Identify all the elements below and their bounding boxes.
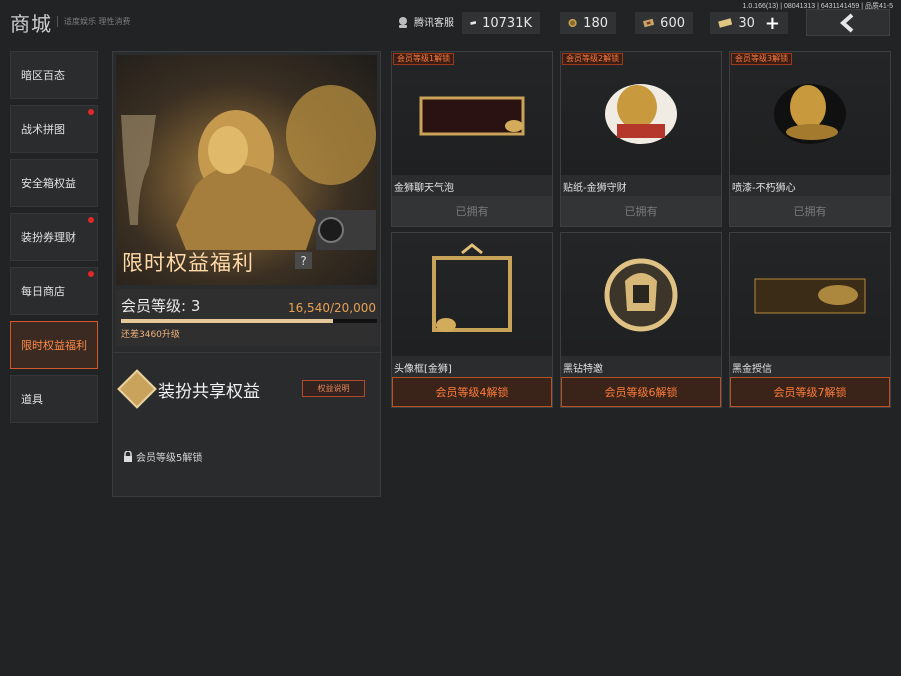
reward-status: 已拥有	[392, 196, 552, 226]
currency-ticket-value: 600	[660, 15, 685, 31]
sidebar-item-label: 安全箱权益	[21, 177, 76, 190]
sidebar: 暗区百态 战术拼图 安全箱权益 装扮券理财 每日商店 限时权益福利 道具	[10, 51, 98, 429]
gold-card-icon	[754, 278, 866, 314]
reward-status: 会员等级4解锁	[392, 377, 552, 407]
member-level-box: 会员等级: 3 16,540/20,000 还差3460升级	[116, 289, 379, 346]
lock-icon	[124, 450, 132, 462]
notification-dot	[88, 271, 94, 277]
reward-card[interactable]: 黑金授信 会员等级7解锁	[729, 232, 891, 408]
help-button[interactable]: ?	[295, 252, 312, 269]
currency-banknote[interactable]: 10731K	[462, 12, 540, 34]
reward-name: 头像框[金狮]	[394, 364, 452, 375]
lion-spray-icon	[774, 84, 846, 144]
reward-status: 已拥有	[561, 196, 721, 226]
member-level-progress-bar	[121, 319, 377, 323]
sidebar-item-tactical-puzzle[interactable]: 战术拼图	[10, 105, 98, 153]
reward-image	[392, 52, 552, 175]
add-currency-button[interactable]: +	[765, 13, 780, 34]
shared-benefits-title: 装扮共享权益	[158, 382, 260, 402]
currency-voucher-value: 30	[738, 15, 755, 31]
unlock-level-badge: 会员等级1解锁	[393, 53, 455, 65]
currency-voucher[interactable]: 30 +	[710, 12, 788, 34]
chevron-left-icon	[839, 13, 854, 32]
sidebar-item-daily-shop[interactable]: 每日商店	[10, 267, 98, 315]
reward-name: 黑钻特邀	[563, 364, 603, 375]
sidebar-item-dark-zone[interactable]: 暗区百态	[10, 51, 98, 99]
sidebar-item-limited-benefits[interactable]: 限时权益福利	[10, 321, 98, 369]
currency-ticket[interactable]: 600	[635, 12, 693, 34]
page-subtitle: 适度娱乐 理性消费	[57, 16, 131, 27]
unlock-level-badge: 会员等级3解锁	[731, 53, 793, 65]
back-button[interactable]	[806, 9, 890, 36]
reward-name: 贴纸-金狮守财	[563, 183, 627, 194]
reward-name: 黑金授信	[732, 364, 772, 375]
reward-image	[561, 233, 721, 356]
lion-sticker-icon	[605, 84, 677, 144]
sidebar-item-label: 战术拼图	[21, 123, 65, 136]
hero-title: 限时权益福利	[122, 251, 254, 275]
currency-gold-coin[interactable]: 180	[560, 12, 616, 34]
customer-service-label: 腾讯客服	[414, 18, 454, 29]
benefits-info-button[interactable]: 权益说明	[302, 380, 365, 397]
member-level-label: 会员等级: 3	[121, 297, 201, 315]
chat-bubble-icon	[419, 96, 525, 136]
headset-icon	[399, 16, 407, 28]
reward-card[interactable]: 会员等级2解锁 贴纸-金狮守财 已拥有	[560, 51, 722, 227]
reward-image	[730, 233, 890, 356]
shared-benefits-section: 装扮共享权益 权益说明 会员等级5解锁	[113, 352, 382, 498]
diamond-badge-icon	[117, 369, 157, 409]
page-title: 商城	[10, 12, 52, 36]
customer-service-button[interactable]: 腾讯客服	[396, 14, 454, 29]
reward-name: 喷漆-不朽狮心	[732, 183, 796, 194]
reward-card[interactable]: 黑钻特邀 会员等级6解锁	[560, 232, 722, 408]
notification-dot	[88, 109, 94, 115]
sidebar-item-label: 装扮券理财	[21, 231, 76, 244]
reward-status: 已拥有	[730, 196, 890, 226]
benefits-panel: 限时权益福利 ? 会员等级: 3 16,540/20,000 还差3460升级 …	[112, 51, 382, 498]
reward-image	[392, 233, 552, 356]
progress-fill	[121, 319, 333, 323]
currency-banknote-value: 10731K	[482, 15, 532, 31]
sidebar-item-label: 限时权益福利	[21, 339, 87, 352]
member-level-progress-text: 16,540/20,000	[287, 301, 376, 315]
sidebar-item-safebox[interactable]: 安全箱权益	[10, 159, 98, 207]
sidebar-item-label: 道具	[21, 393, 43, 406]
reward-name: 金狮聊天气泡	[394, 183, 454, 194]
helmet-emblem-icon	[604, 258, 678, 332]
avatar-frame-icon	[432, 243, 512, 332]
reward-card[interactable]: 会员等级3解锁 喷漆-不朽狮心 已拥有	[729, 51, 891, 227]
sidebar-item-props[interactable]: 道具	[10, 375, 98, 423]
sidebar-item-label: 每日商店	[21, 285, 65, 298]
reward-card[interactable]: 会员等级1解锁 金狮聊天气泡 已拥有	[391, 51, 553, 227]
reward-image	[730, 52, 890, 175]
unlock-level-badge: 会员等级2解锁	[562, 53, 624, 65]
ticket-icon	[643, 18, 655, 28]
sidebar-item-voucher-finance[interactable]: 装扮券理财	[10, 213, 98, 261]
gold-coin-icon	[568, 18, 577, 28]
voucher-icon	[718, 18, 733, 28]
notification-dot	[88, 217, 94, 223]
reward-card[interactable]: 头像框[金狮] 会员等级4解锁	[391, 232, 553, 408]
reward-status: 会员等级6解锁	[561, 377, 721, 407]
banknote-icon	[470, 21, 477, 25]
sidebar-item-label: 暗区百态	[21, 69, 65, 82]
currency-gold-coin-value: 180	[583, 15, 608, 31]
reward-status: 会员等级7解锁	[730, 377, 890, 407]
level-up-hint: 还差3460升级	[121, 330, 180, 340]
reward-image	[561, 52, 721, 175]
lock-note-text: 会员等级5解锁	[136, 453, 203, 464]
shared-benefits-lock-note: 会员等级5解锁	[123, 449, 202, 464]
